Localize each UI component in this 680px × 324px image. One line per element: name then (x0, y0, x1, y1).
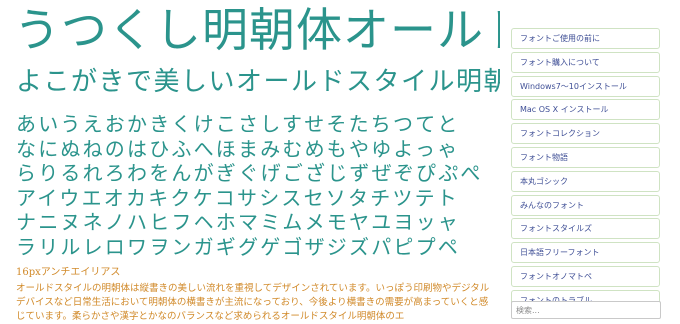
description-paragraph: オールドスタイルの明朝体は縦書きの美しい流れを重視してデザインされています。いっ… (16, 283, 490, 322)
sidebar-item-free-fonts[interactable]: 日本語フリーフォント (511, 242, 660, 264)
sidebar-item-purchase[interactable]: フォント購入について (511, 51, 660, 73)
kana-sample-row: らりるれろわをんがぎぐげござじずぜぞぴぷぺ (16, 161, 483, 185)
sidebar-menu: フォントご使用の前に フォント購入について Windows7〜10インストール … (511, 28, 660, 314)
kana-sample-row: あいうえおかきくけこさしすせそたちつてと (16, 112, 460, 136)
kana-sample-block: あいうえおかきくけこさしすせそたちつてと なにぬねのはひふへほまみむめもやゆよっ… (16, 112, 483, 259)
sidebar-item-font-styles[interactable]: フォントスタイルズ (511, 218, 660, 240)
sidebar-item-before-use[interactable]: フォントご使用の前に (511, 28, 660, 49)
sidebar-item-honmaru-gothic[interactable]: 本丸ゴシック (511, 170, 660, 192)
page-title: うつくし明朝体オールド (14, 3, 500, 57)
sidebar-item-mac-install[interactable]: Mac OS X インストール (511, 99, 660, 121)
sample-size-heading: 16pxアンチエイリアス (16, 267, 121, 278)
kana-sample-row: なにぬねのはひふへほまみむめもやゆよっゃ (16, 136, 460, 161)
sidebar-item-windows-install[interactable]: Windows7〜10インストール (511, 75, 660, 97)
kana-sample-row: ラリルレロワヲンガギグゲゴザジズパピプペ (16, 234, 460, 259)
sidebar-item-font-story[interactable]: フォント物語 (511, 146, 660, 168)
page-subtitle: よこがきで美しいオールドスタイル明朝体 (16, 67, 500, 97)
kana-sample-row: ナニヌネノハヒフヘホマミムメモヤユヨッャ (16, 210, 460, 234)
sidebar-item-onomatopoeia[interactable]: フォントオノマトペ (511, 265, 660, 287)
kana-sample-row: アイウエオカキクケコサシスセソタチツテト (16, 185, 459, 210)
search-input[interactable] (511, 301, 661, 319)
main-content: うつくし明朝体オールド よこがきで美しいオールドスタイル明朝体 あいうえおかきく… (0, 0, 500, 324)
sidebar-item-font-collection[interactable]: フォントコレクション (511, 123, 660, 145)
sidebar-item-minna-font[interactable]: みんなのフォント (511, 194, 660, 216)
